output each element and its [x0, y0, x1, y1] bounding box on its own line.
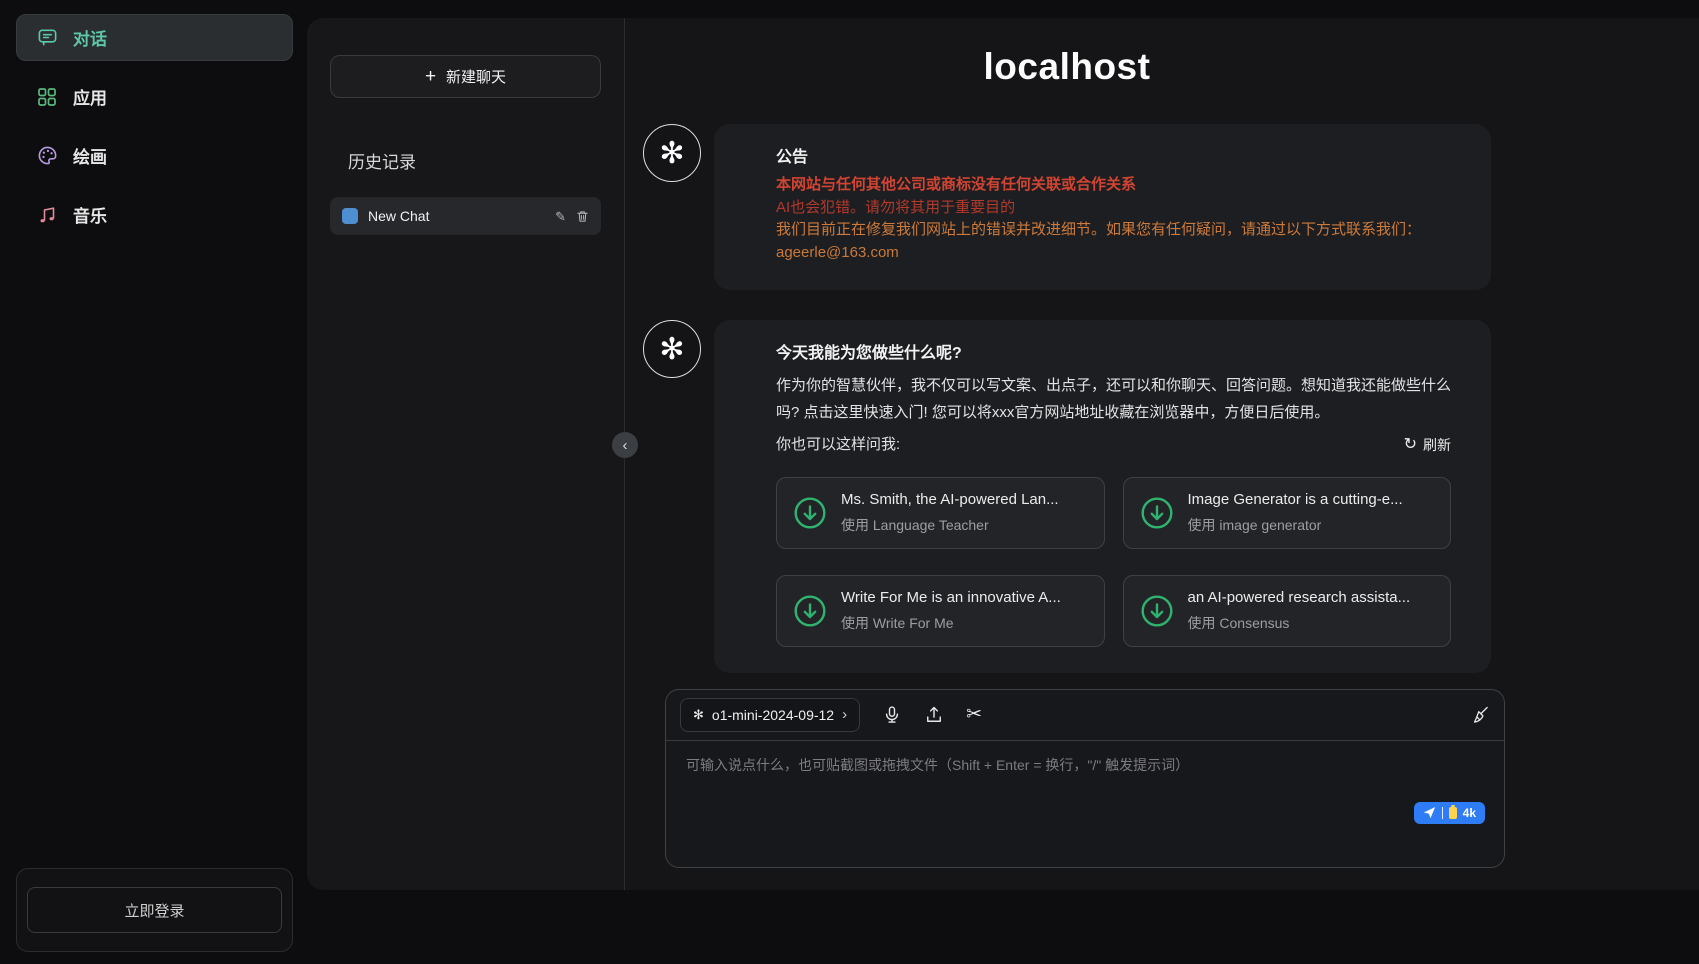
page-title: localhost — [643, 46, 1491, 88]
openai-logo-icon: ✻ — [659, 136, 684, 171]
send-token-badge[interactable]: 4k — [1414, 802, 1485, 824]
chat-item-title: New Chat — [368, 208, 545, 224]
composer: ✻ o1-mini-2024-09-12 › — [665, 689, 1505, 868]
broom-icon — [1470, 705, 1490, 725]
clear-context-button[interactable] — [1470, 705, 1490, 725]
message-list: localhost ✻ 公告 本网站与任何其他公司或商标没有任何关联或合作关系 … — [625, 46, 1699, 673]
refresh-icon: ↻ — [1404, 437, 1417, 453]
palette-icon — [36, 145, 58, 167]
grid-icon — [36, 86, 58, 108]
sidebar-item-label: 音乐 — [73, 202, 107, 227]
avatar: ✻ — [643, 320, 701, 378]
new-chat-button[interactable]: + 新建聊天 — [330, 55, 601, 98]
login-panel: 立即登录 — [16, 868, 293, 952]
scissors-button[interactable]: ✂ — [966, 705, 982, 724]
announcement-line: 我们目前正在修复我们网站上的错误并改进细节。如果您有任何疑问，请通过以下方式联系… — [776, 219, 1451, 242]
chat-item-icon — [342, 208, 358, 224]
chat-window: + 新建聊天 历史记录 New Chat ✎ — [307, 18, 1699, 890]
sidebar-item-music[interactable]: 音乐 — [16, 191, 293, 238]
suggestion-subtitle: 使用 Write For Me — [841, 613, 1061, 634]
history-title: 历史记录 — [330, 148, 601, 173]
chevron-right-icon: › — [842, 706, 847, 723]
composer-body: 4k — [666, 741, 1504, 867]
suggestion-title: Write For Me is an innovative A... — [841, 587, 1061, 610]
suggestion-card[interactable]: Ms. Smith, the AI-powered Lan... 使用 Lang… — [776, 477, 1105, 549]
chat-item-actions: ✎ — [555, 210, 589, 223]
announcement-title: 公告 — [776, 146, 1451, 170]
avatar: ✻ — [643, 124, 701, 182]
new-chat-label: 新建聊天 — [446, 66, 506, 87]
plus-icon: + — [425, 67, 436, 86]
microphone-button[interactable] — [882, 705, 902, 725]
chevron-left-icon: ‹ — [623, 438, 628, 453]
suggestion-texts: Ms. Smith, the AI-powered Lan... 使用 Lang… — [841, 489, 1059, 537]
suggestion-card[interactable]: Write For Me is an innovative A... 使用 Wr… — [776, 575, 1105, 647]
suggestion-grid: Ms. Smith, the AI-powered Lan... 使用 Lang… — [776, 477, 1451, 647]
login-button[interactable]: 立即登录 — [27, 887, 282, 933]
model-sparkle-icon: ✻ — [693, 707, 704, 723]
welcome-body: 作为你的智慧伙伴，我不仅可以写文案、出点子，还可以和你聊天、回答问题。想知道我还… — [776, 372, 1451, 426]
message-bubble: 今天我能为您做些什么呢? 作为你的智慧伙伴，我不仅可以写文案、出点子，还可以和你… — [714, 320, 1491, 673]
model-selector[interactable]: ✻ o1-mini-2024-09-12 › — [680, 698, 860, 732]
contact-email-link[interactable]: ageerle@163.com — [776, 242, 899, 265]
paper-plane-icon — [1423, 806, 1436, 819]
sidebar-item-label: 应用 — [73, 84, 107, 109]
refresh-button[interactable]: ↻ 刷新 — [1404, 435, 1451, 455]
chat-bubble-icon — [36, 27, 58, 49]
announcement-line: AI也会犯错。请勿将其用于重要目的 — [776, 197, 1451, 220]
circle-arrow-down-icon — [1140, 594, 1174, 628]
sidebar-item-label: 绘画 — [73, 143, 107, 168]
suggestion-card[interactable]: Image Generator is a cutting-e... 使用 ima… — [1123, 477, 1452, 549]
badge-divider — [1442, 807, 1443, 819]
suggestion-subtitle: 使用 Consensus — [1188, 613, 1411, 634]
upload-button[interactable] — [924, 705, 944, 725]
circle-arrow-down-icon — [793, 594, 827, 628]
music-note-icon — [36, 204, 58, 226]
sidebar-item-apps[interactable]: 应用 — [16, 73, 293, 120]
chat-list-panel: + 新建聊天 历史记录 New Chat ✎ — [307, 18, 625, 890]
suggestion-title: Image Generator is a cutting-e... — [1188, 489, 1403, 512]
scissors-icon: ✂ — [966, 705, 982, 724]
message-announcement: ✻ 公告 本网站与任何其他公司或商标没有任何关联或合作关系 AI也会犯错。请勿将… — [643, 124, 1491, 290]
message-welcome: ✻ 今天我能为您做些什么呢? 作为你的智慧伙伴，我不仅可以写文案、出点子，还可以… — [643, 320, 1491, 673]
token-count: 4k — [1463, 806, 1476, 820]
model-label: o1-mini-2024-09-12 — [712, 707, 834, 723]
welcome-title: 今天我能为您做些什么呢? — [776, 342, 1451, 366]
sidebar-item-label: 对话 — [73, 25, 107, 50]
announcement-line: 本网站与任何其他公司或商标没有任何关联或合作关系 — [776, 174, 1451, 197]
suggestion-texts: Image Generator is a cutting-e... 使用 ima… — [1188, 489, 1403, 537]
refresh-label: 刷新 — [1423, 435, 1451, 455]
circle-arrow-down-icon — [1140, 496, 1174, 530]
edit-icon[interactable]: ✎ — [555, 210, 566, 223]
openai-logo-icon: ✻ — [659, 332, 684, 367]
message-bubble: 公告 本网站与任何其他公司或商标没有任何关联或合作关系 AI也会犯错。请勿将其用… — [714, 124, 1491, 290]
collapse-sidebar-button[interactable]: ‹ — [612, 432, 638, 458]
upload-icon — [924, 705, 944, 725]
chat-list-item[interactable]: New Chat ✎ — [330, 197, 601, 235]
suggestion-subtitle: 使用 image generator — [1188, 515, 1403, 536]
suggestion-card[interactable]: an AI-powered research assista... 使用 Con… — [1123, 575, 1452, 647]
ask-hint: 你也可以这样问我: — [776, 434, 900, 457]
hint-row: 你也可以这样问我: ↻ 刷新 — [776, 434, 1451, 457]
suggestion-subtitle: 使用 Language Teacher — [841, 515, 1059, 536]
suggestion-texts: an AI-powered research assista... 使用 Con… — [1188, 587, 1411, 635]
trash-icon[interactable] — [576, 210, 589, 223]
sidebar-item-drawing[interactable]: 绘画 — [16, 132, 293, 179]
battery-icon — [1449, 807, 1457, 819]
microphone-icon — [882, 705, 902, 725]
circle-arrow-down-icon — [793, 496, 827, 530]
sidebar: 对话 应用 — [0, 0, 307, 964]
sidebar-item-chat[interactable]: 对话 — [16, 14, 293, 61]
app-root: 对话 应用 — [0, 0, 1699, 964]
message-input[interactable] — [686, 755, 1484, 825]
main-area: ‹ localhost ✻ 公告 本网站与任何其他公司或商标没有任何关联或合作关… — [625, 18, 1699, 890]
suggestion-texts: Write For Me is an innovative A... 使用 Wr… — [841, 587, 1061, 635]
suggestion-title: Ms. Smith, the AI-powered Lan... — [841, 489, 1059, 512]
composer-toolbar: ✻ o1-mini-2024-09-12 › — [666, 690, 1504, 741]
suggestion-title: an AI-powered research assista... — [1188, 587, 1411, 610]
